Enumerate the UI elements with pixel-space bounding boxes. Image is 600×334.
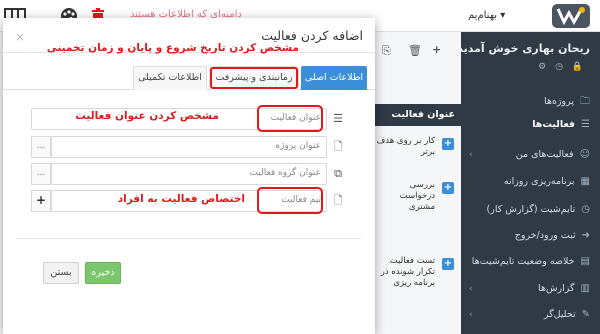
list-icon: ☰ — [333, 112, 343, 125]
user-dropdown[interactable]: بهنام‌یم ▾ — [468, 10, 505, 21]
close-button[interactable]: بستن — [43, 262, 79, 284]
table-cell[interactable]: کار بر روی هدف برتر — [375, 136, 435, 158]
sidebar-item-analyzer[interactable]: تحلیل‌گر ✎ — [544, 309, 590, 320]
export-icon[interactable]: ⎘ — [382, 44, 391, 58]
activity-group-placeholder: عنوان گروه فعالیت — [249, 168, 321, 178]
sidebar: ریحان بهاری خوش آمدید ⚙ ◷ 🔒 پروژه‌ها 🗀 فع… — [461, 32, 600, 334]
annotation-team: اختصاص فعالیت به افراد — [117, 193, 245, 205]
sidebar-item-label: تایم‌شیت (گزارش کار) — [486, 204, 576, 215]
annotation-title: مشخص کردن عنوان فعالیت — [75, 110, 219, 122]
sidebar-item-daily-planning[interactable]: برنامه‌ریزی روزانه ▦ — [504, 176, 590, 187]
sidebar-item-label: تحلیل‌گر — [543, 309, 576, 320]
app-logo — [552, 4, 590, 28]
folder-icon: 🗀 — [580, 96, 590, 107]
delete-icon[interactable]: 🗑 — [408, 44, 422, 57]
expand-row-icon[interactable]: + — [442, 182, 454, 194]
copy-icon: ⧉ — [334, 167, 342, 180]
tasks-icon: ☰ — [581, 119, 590, 130]
add-activity-modal: × اضافه کردن فعالیت مشخص کردن تاریخ شروع… — [3, 18, 375, 334]
table-icon: ▤ — [580, 256, 590, 267]
add-icon[interactable]: + — [432, 43, 441, 56]
content-toolbar: ⎘ 🗑 + — [372, 43, 461, 62]
modal-title: اضافه کردن فعالیت — [261, 28, 363, 43]
tab-additional-info[interactable]: اطلاعات تکمیلی — [133, 66, 207, 90]
sidebar-item-label: گزارش‌ها — [538, 283, 575, 294]
annotation-schedule: مشخص کردن تاریخ شروع و پایان و زمان تخمی… — [46, 42, 299, 54]
expand-row-icon[interactable]: + — [442, 258, 454, 270]
project-lookup-button[interactable]: ... — [31, 136, 51, 158]
welcome-user: ریحان بهاری خوش آمدید — [461, 42, 590, 55]
sidebar-item-label: پروژه‌ها — [544, 96, 574, 107]
sidebar-item-projects[interactable]: پروژه‌ها 🗀 — [544, 94, 590, 111]
sidebar-item-timesheet-summary[interactable]: خلاصه وضعیت تایم‌شیت‌ها ▤ — [472, 256, 590, 267]
user-quick-icons[interactable]: ⚙ ◷ 🔒 — [538, 62, 586, 72]
chevron-left-icon[interactable]: ‹ — [469, 284, 473, 294]
sidebar-item-activities[interactable]: فعالیت‌ها ☰ — [532, 119, 590, 130]
sidebar-item-checkin[interactable]: ثبت ورود/خروج ➜ — [515, 230, 590, 241]
activity-group-row: ... عنوان گروه فعالیت ⧉ — [31, 163, 349, 185]
chart-icon: ✎ — [581, 309, 590, 320]
add-team-button[interactable]: + — [31, 190, 51, 212]
tab-schedule-progress[interactable]: زمانبندی و پیشرفت — [209, 66, 299, 90]
close-icon[interactable]: × — [15, 31, 25, 43]
report-icon: ▥ — [580, 283, 590, 294]
project-placeholder: عنوان پروژه — [275, 141, 321, 151]
sidebar-item-label: فعالیت‌ها — [532, 119, 576, 130]
sidebar-item-label: خلاصه وضعیت تایم‌شیت‌ها — [471, 256, 575, 267]
login-icon: ➜ — [581, 230, 590, 241]
sidebar-item-timesheet[interactable]: تایم‌شیت (گزارش کار) ◷ — [487, 204, 590, 215]
chevron-left-icon[interactable]: ‹ — [469, 310, 473, 320]
column-header-title[interactable]: عنوان فعالیت — [370, 104, 461, 126]
document-icon: 🗋 — [333, 194, 343, 207]
calendar-icon: ▦ — [580, 176, 590, 187]
activity-title-placeholder: عنوان فعالیت — [270, 113, 321, 123]
document-icon: 🗋 — [333, 140, 343, 153]
modal-tabs: اطلاعات اصلی زمانبندی و پیشرفت اطلاعات ت… — [3, 66, 375, 90]
sidebar-item-label: فعالیت‌های من — [515, 149, 574, 160]
logo-icon — [556, 7, 585, 26]
chevron-left-icon[interactable]: ‹ — [469, 150, 473, 160]
user-icon: ☺ — [579, 149, 590, 160]
tab-main-info[interactable]: اطلاعات اصلی — [301, 66, 367, 90]
group-lookup-button[interactable]: ... — [31, 163, 51, 185]
sidebar-item-reports[interactable]: گزارش‌ها ▥ — [538, 283, 590, 294]
clock-icon: ◷ — [581, 204, 590, 215]
sidebar-item-my-activities[interactable]: فعالیت‌های من ☺ — [516, 149, 590, 160]
activity-team-placeholder: تیم فعالیت — [281, 195, 321, 205]
form-divider — [17, 238, 361, 239]
sidebar-item-label: برنامه‌ریزی روزانه — [503, 176, 575, 187]
sidebar-item-label: ثبت ورود/خروج — [514, 230, 576, 241]
table-cell[interactable]: بررسی درخواست مشتری — [375, 180, 435, 213]
project-row: ... عنوان پروژه 🗋 — [31, 136, 349, 158]
expand-row-icon[interactable]: + — [442, 138, 454, 150]
save-button[interactable]: ذخیره — [85, 262, 121, 284]
table-cell[interactable]: تست فعالیت تکرار شونده در برنامه ریزی — [375, 256, 435, 289]
